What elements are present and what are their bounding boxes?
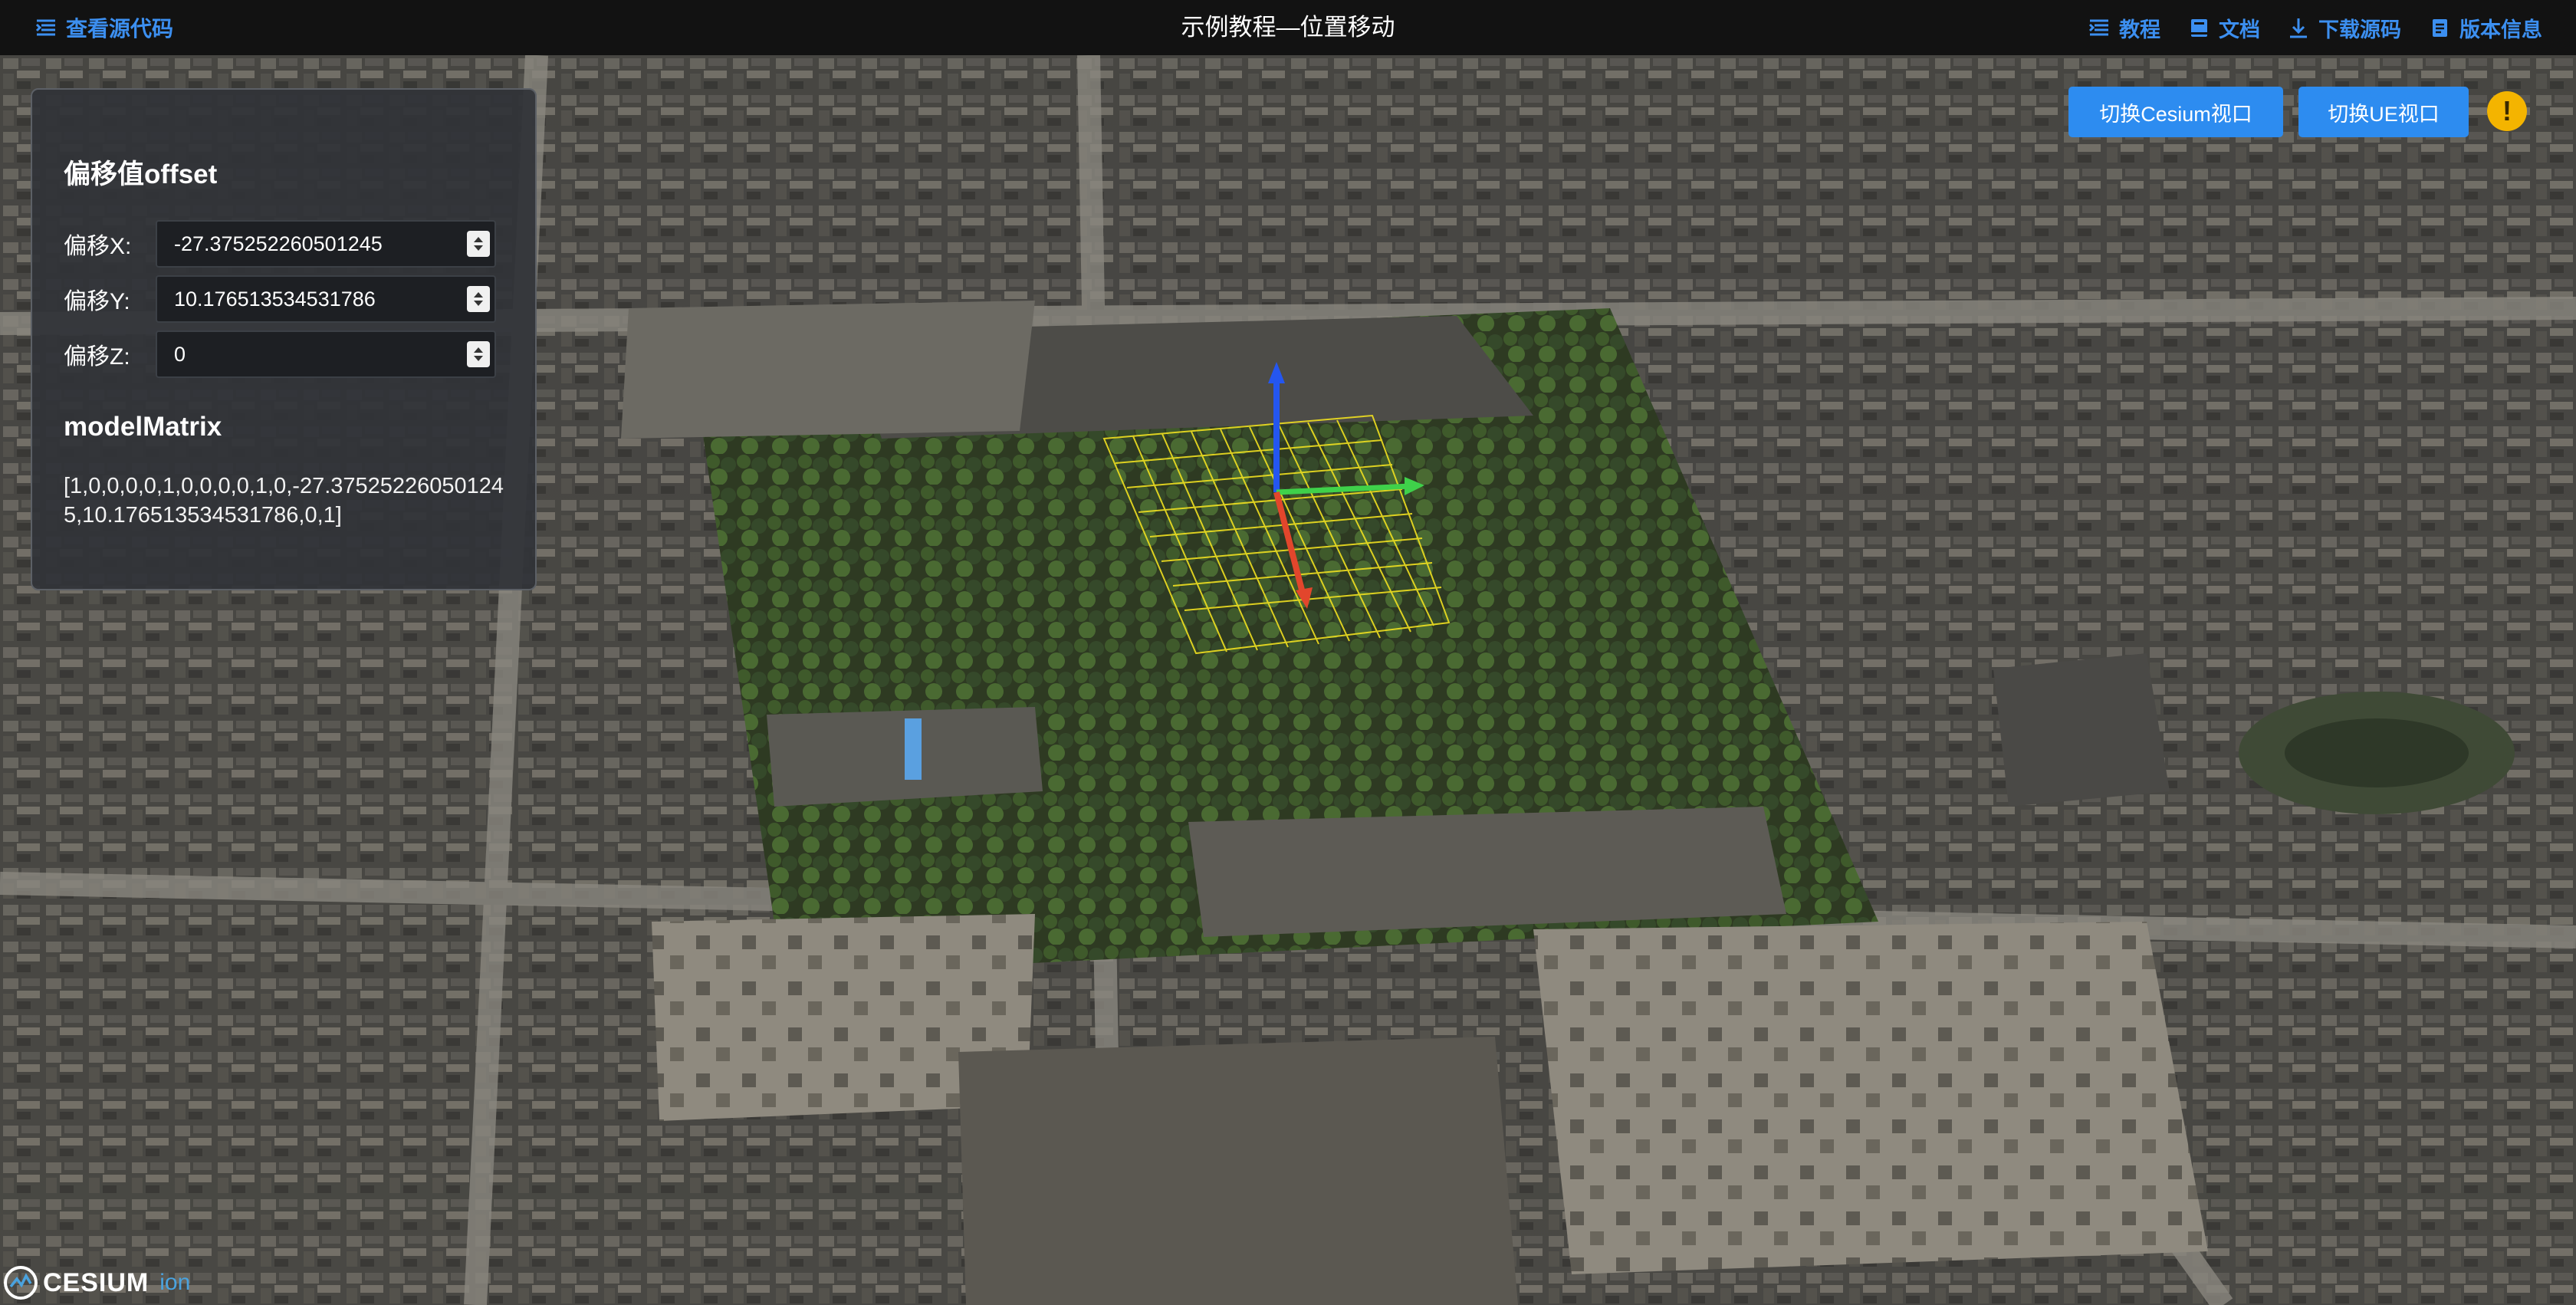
caret-up-icon: [474, 237, 483, 242]
caret-down-icon: [474, 301, 483, 306]
nav-download[interactable]: 下载源码: [2286, 13, 2401, 43]
top-bar: 查看源代码 示例教程—位置移动 教程 文档 下载源码 版本信息: [0, 0, 2576, 55]
offset-x-field: [156, 220, 496, 268]
offset-panel: 偏移值offset 偏移X: 偏移Y: 偏移Z: modelMatrix [1,…: [31, 88, 537, 590]
caret-down-icon: [474, 245, 483, 251]
download-icon: [2290, 18, 2307, 38]
model-matrix-heading: modelMatrix: [64, 412, 222, 442]
document-icon: [2433, 19, 2447, 37]
offset-y-field: [156, 275, 496, 323]
offset-z-input[interactable]: [157, 332, 464, 376]
offset-x-input[interactable]: [157, 222, 464, 266]
view-source-label: 查看源代码: [66, 17, 174, 41]
switch-cesium-view-button[interactable]: 切换Cesium视口: [2068, 87, 2283, 137]
nav-tutorial-label: 教程: [2119, 18, 2160, 41]
model-matrix-value: [1,0,0,0,0,1,0,0,0,0,1,0,-27.37525226050…: [64, 474, 504, 528]
top-nav: 教程 文档 下载源码 版本信息: [2087, 0, 2542, 55]
offset-y-label: 偏移Y:: [64, 289, 130, 314]
cesium-logo-icon: [4, 1266, 38, 1300]
offset-z-field: [156, 330, 496, 378]
info-icon[interactable]: !: [2487, 91, 2527, 131]
caret-up-icon: [474, 292, 483, 297]
offset-x-spinner[interactable]: [467, 231, 490, 257]
offset-y-spinner[interactable]: [467, 286, 490, 312]
offset-x-row: 偏移X:: [64, 220, 496, 268]
offset-x-label: 偏移X:: [64, 234, 132, 259]
book-icon: [2191, 19, 2207, 37]
offset-z-label: 偏移Z:: [64, 344, 130, 370]
switch-ue-view-button[interactable]: 切换UE视口: [2298, 87, 2469, 137]
nav-version[interactable]: 版本信息: [2427, 13, 2542, 43]
offset-y-row: 偏移Y:: [64, 275, 496, 323]
list-icon: [2088, 19, 2108, 36]
view-source-link[interactable]: 查看源代码: [34, 0, 173, 55]
caret-up-icon: [474, 347, 483, 353]
cesium-ion-logo[interactable]: CESIUM ion: [3, 1264, 190, 1302]
nav-docs[interactable]: 文档: [2187, 13, 2260, 43]
offset-heading: 偏移值offset: [64, 159, 218, 189]
offset-z-spinner[interactable]: [467, 341, 490, 367]
nav-version-label: 版本信息: [2459, 18, 2542, 41]
nav-download-label: 下载源码: [2318, 18, 2401, 41]
offset-y-input[interactable]: [157, 277, 464, 321]
nav-docs-label: 文档: [2219, 18, 2260, 41]
offset-z-row: 偏移Z:: [64, 330, 496, 378]
caret-down-icon: [474, 356, 483, 361]
menu-list-icon: [35, 19, 55, 36]
nav-tutorial[interactable]: 教程: [2087, 13, 2160, 43]
ion-wordmark: ion: [159, 1270, 191, 1295]
cesium-wordmark: CESIUM: [43, 1267, 150, 1297]
